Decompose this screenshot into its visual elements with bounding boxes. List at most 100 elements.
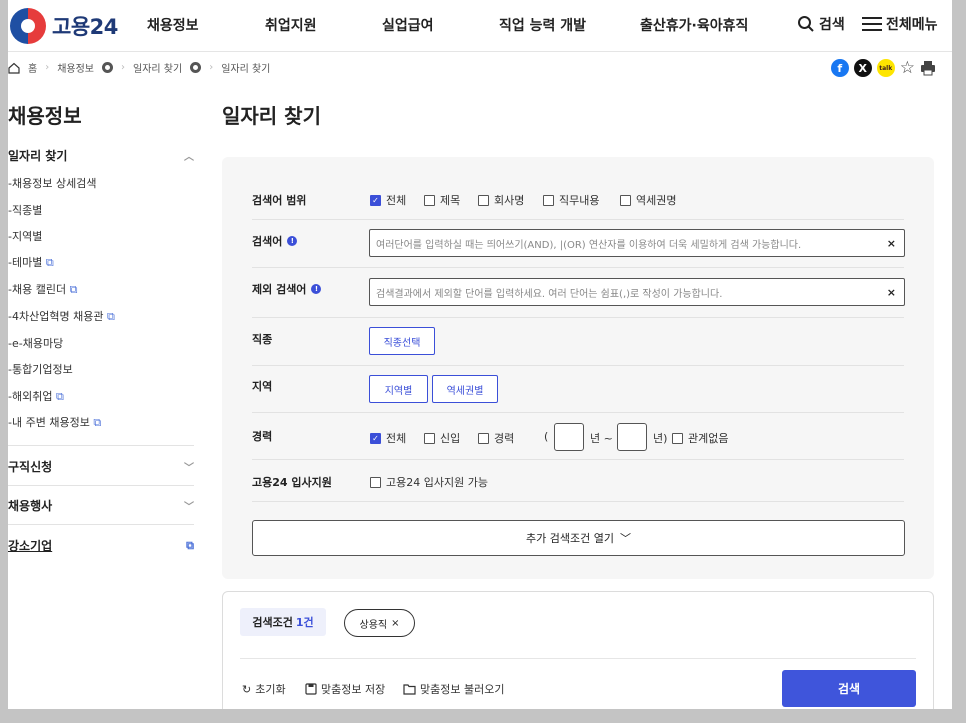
check-icon: ✓ [370, 432, 381, 444]
scope-title-checkbox[interactable]: 제목 [424, 192, 460, 208]
keyword-input[interactable]: 여러단어를 입력하실 때는 띄어쓰기(AND), |(OR) 연산자를 이용하여… [369, 229, 905, 257]
exclude-input[interactable]: 검색결과에서 제외할 단어를 입력하세요. 여러 단어는 쉼표(,)로 작성이 … [369, 278, 905, 306]
nav-item-leave[interactable]: 출산휴가·육아휴직 [640, 15, 748, 35]
scope-label-text: 검색어 범위 [252, 194, 307, 207]
sidebar-section-job-search[interactable]: 일자리 찾기 ︿ [8, 147, 194, 164]
scope-station-checkbox[interactable]: 역세권명 [620, 192, 676, 208]
career-any-checkbox[interactable]: 관계없음 [672, 430, 728, 446]
exclude-placeholder: 검색결과에서 제외할 단어를 입력하세요. 여러 단어는 쉼표(,)로 작성이 … [376, 288, 723, 300]
dropdown-icon[interactable] [190, 62, 202, 73]
scope-company-checkbox[interactable]: 회사명 [478, 192, 524, 208]
sidebar-item-label: e-채용마당 [11, 337, 64, 350]
sidebar-section-events[interactable]: 채용행사 ﹀ [8, 497, 194, 514]
chevron-right-icon: › [121, 62, 126, 73]
region-select-button[interactable]: 지역별 [369, 375, 428, 403]
window-frame-right [952, 0, 966, 723]
breadcrumb-level1[interactable]: 채용정보 [57, 60, 94, 75]
sidebar-section-job-apply[interactable]: 구직신청 ﹀ [8, 458, 194, 475]
more-conditions-button[interactable]: 추가 검색조건 열기 ﹀ [252, 520, 905, 556]
sidebar-title: 채용정보 [8, 104, 82, 128]
search-icon [798, 16, 814, 32]
home-icon[interactable] [8, 62, 20, 74]
info-icon[interactable]: ! [311, 284, 322, 294]
header-search-label: 검색 [819, 17, 845, 33]
clear-icon[interactable]: × [887, 237, 896, 250]
sidebar-item-nearby[interactable]: -내 주변 채용정보 ⧉ [8, 414, 101, 430]
x-icon[interactable]: X [853, 59, 872, 77]
facebook-icon[interactable]: f [830, 59, 849, 77]
divider [252, 365, 904, 366]
career-all-checkbox[interactable]: ✓ 전체 [370, 430, 406, 446]
keyword-placeholder: 여러단어를 입력하실 때는 띄어쓰기(AND), |(OR) 연산자를 이용하여… [376, 239, 802, 251]
sidebar-item-detail-search[interactable]: -채용정보 상세검색 [8, 175, 96, 191]
hamburger-icon [862, 17, 882, 31]
share-bar: f X talk ☆ [830, 58, 936, 78]
sidebar-item-by-job[interactable]: -직종별 [8, 202, 42, 218]
sidebar-item-4th-industry[interactable]: -4차산업혁명 채용관 ⧉ [8, 308, 115, 324]
scope-duty-checkbox[interactable]: 직무내용 [543, 192, 599, 208]
search-button[interactable]: 검색 [782, 670, 916, 707]
sidebar-section-small-giants[interactable]: 강소기업 ⧉ [8, 537, 194, 554]
exclude-label-text: 제외 검색어 [252, 283, 307, 296]
external-link-icon: ⧉ [45, 256, 54, 269]
sidebar-item-e-recruit[interactable]: -e-채용마당 [8, 335, 63, 351]
sidebar-item-calendar[interactable]: -채용 캘린더 ⧉ [8, 281, 77, 297]
info-icon[interactable]: ! [287, 236, 298, 246]
nav-item-jobs[interactable]: 채용정보 [147, 15, 199, 35]
logo[interactable]: 고용24 [10, 8, 118, 44]
checkbox-box [672, 432, 683, 444]
sidebar-section-label: 강소기업 [8, 539, 53, 553]
page-title: 일자리 찾기 [222, 104, 321, 128]
search-form-panel [222, 157, 934, 579]
clear-icon[interactable]: × [887, 286, 896, 299]
breadcrumb-home[interactable]: 홈 [28, 60, 37, 75]
sidebar-item-overseas[interactable]: -해외취업 ⧉ [8, 388, 64, 404]
condition-tag[interactable]: 상용직 × [344, 609, 415, 637]
checkbox-box [424, 194, 435, 206]
checkbox-label: 전체 [386, 194, 407, 207]
nav-item-skills[interactable]: 직업 능력 개발 [499, 15, 586, 35]
checkbox-label: 회사명 [494, 194, 525, 207]
station-select-button[interactable]: 역세권별 [432, 375, 498, 403]
print-icon[interactable] [920, 60, 936, 76]
checkbox-box [620, 194, 631, 206]
window-frame-bottom [0, 709, 966, 723]
nav-item-employment-support[interactable]: 취업지원 [265, 15, 317, 35]
divider [8, 485, 194, 486]
sidebar-item-label: 통합기업정보 [11, 363, 73, 376]
breadcrumb-level2[interactable]: 일자리 찾기 [133, 60, 182, 75]
nav-item-unemployment-benefit[interactable]: 실업급여 [382, 15, 434, 35]
support-checkbox[interactable]: 고용24 입사지원 가능 [370, 474, 488, 490]
breadcrumb: 홈 › 채용정보 › 일자리 찾기 › 일자리 찾기 [8, 60, 270, 75]
sidebar-item-label: 직종별 [11, 204, 43, 217]
job-label-text: 직종 [252, 333, 273, 346]
condition-tag-label: 상용직 [359, 619, 388, 631]
career-exp-checkbox[interactable]: 경력 [478, 430, 514, 446]
sidebar-item-by-region[interactable]: -지역별 [8, 228, 42, 244]
checkbox-label: 신입 [440, 432, 461, 445]
divider [8, 445, 194, 446]
sidebar-item-company-info[interactable]: -통합기업정보 [8, 361, 73, 377]
kakaotalk-icon[interactable]: talk [876, 59, 895, 77]
save-preset-button[interactable]: 맞춤정보 저장 [305, 681, 385, 697]
career-new-checkbox[interactable]: 신입 [424, 430, 460, 446]
header-search-button[interactable]: 검색 [797, 14, 845, 34]
year-from-suffix: 년 ~ [590, 432, 613, 445]
checkbox-box [424, 432, 435, 444]
career-year-to-input[interactable] [617, 423, 647, 451]
region-label-text: 지역 [252, 380, 273, 393]
reset-button[interactable]: ↻ 초기화 [242, 681, 286, 697]
header-menu-label: 전체메뉴 [886, 17, 938, 33]
dropdown-icon[interactable] [102, 62, 114, 73]
sidebar-item-by-theme[interactable]: -테마별 ⧉ [8, 254, 54, 270]
career-year-from-input[interactable] [554, 423, 584, 451]
scope-all-checkbox[interactable]: ✓ 전체 [370, 192, 406, 208]
load-preset-button[interactable]: 맞춤정보 불러오기 [403, 681, 504, 697]
load-preset-label: 맞춤정보 불러오기 [420, 683, 505, 696]
star-icon[interactable]: ☆ [900, 58, 915, 78]
job-select-button[interactable]: 직종선택 [369, 327, 435, 355]
close-icon[interactable]: × [391, 618, 399, 629]
header-menu-button[interactable]: 전체메뉴 [862, 14, 938, 34]
keyword-label-text: 검색어 [252, 235, 283, 248]
year-to-suffix: 년) [653, 432, 668, 445]
